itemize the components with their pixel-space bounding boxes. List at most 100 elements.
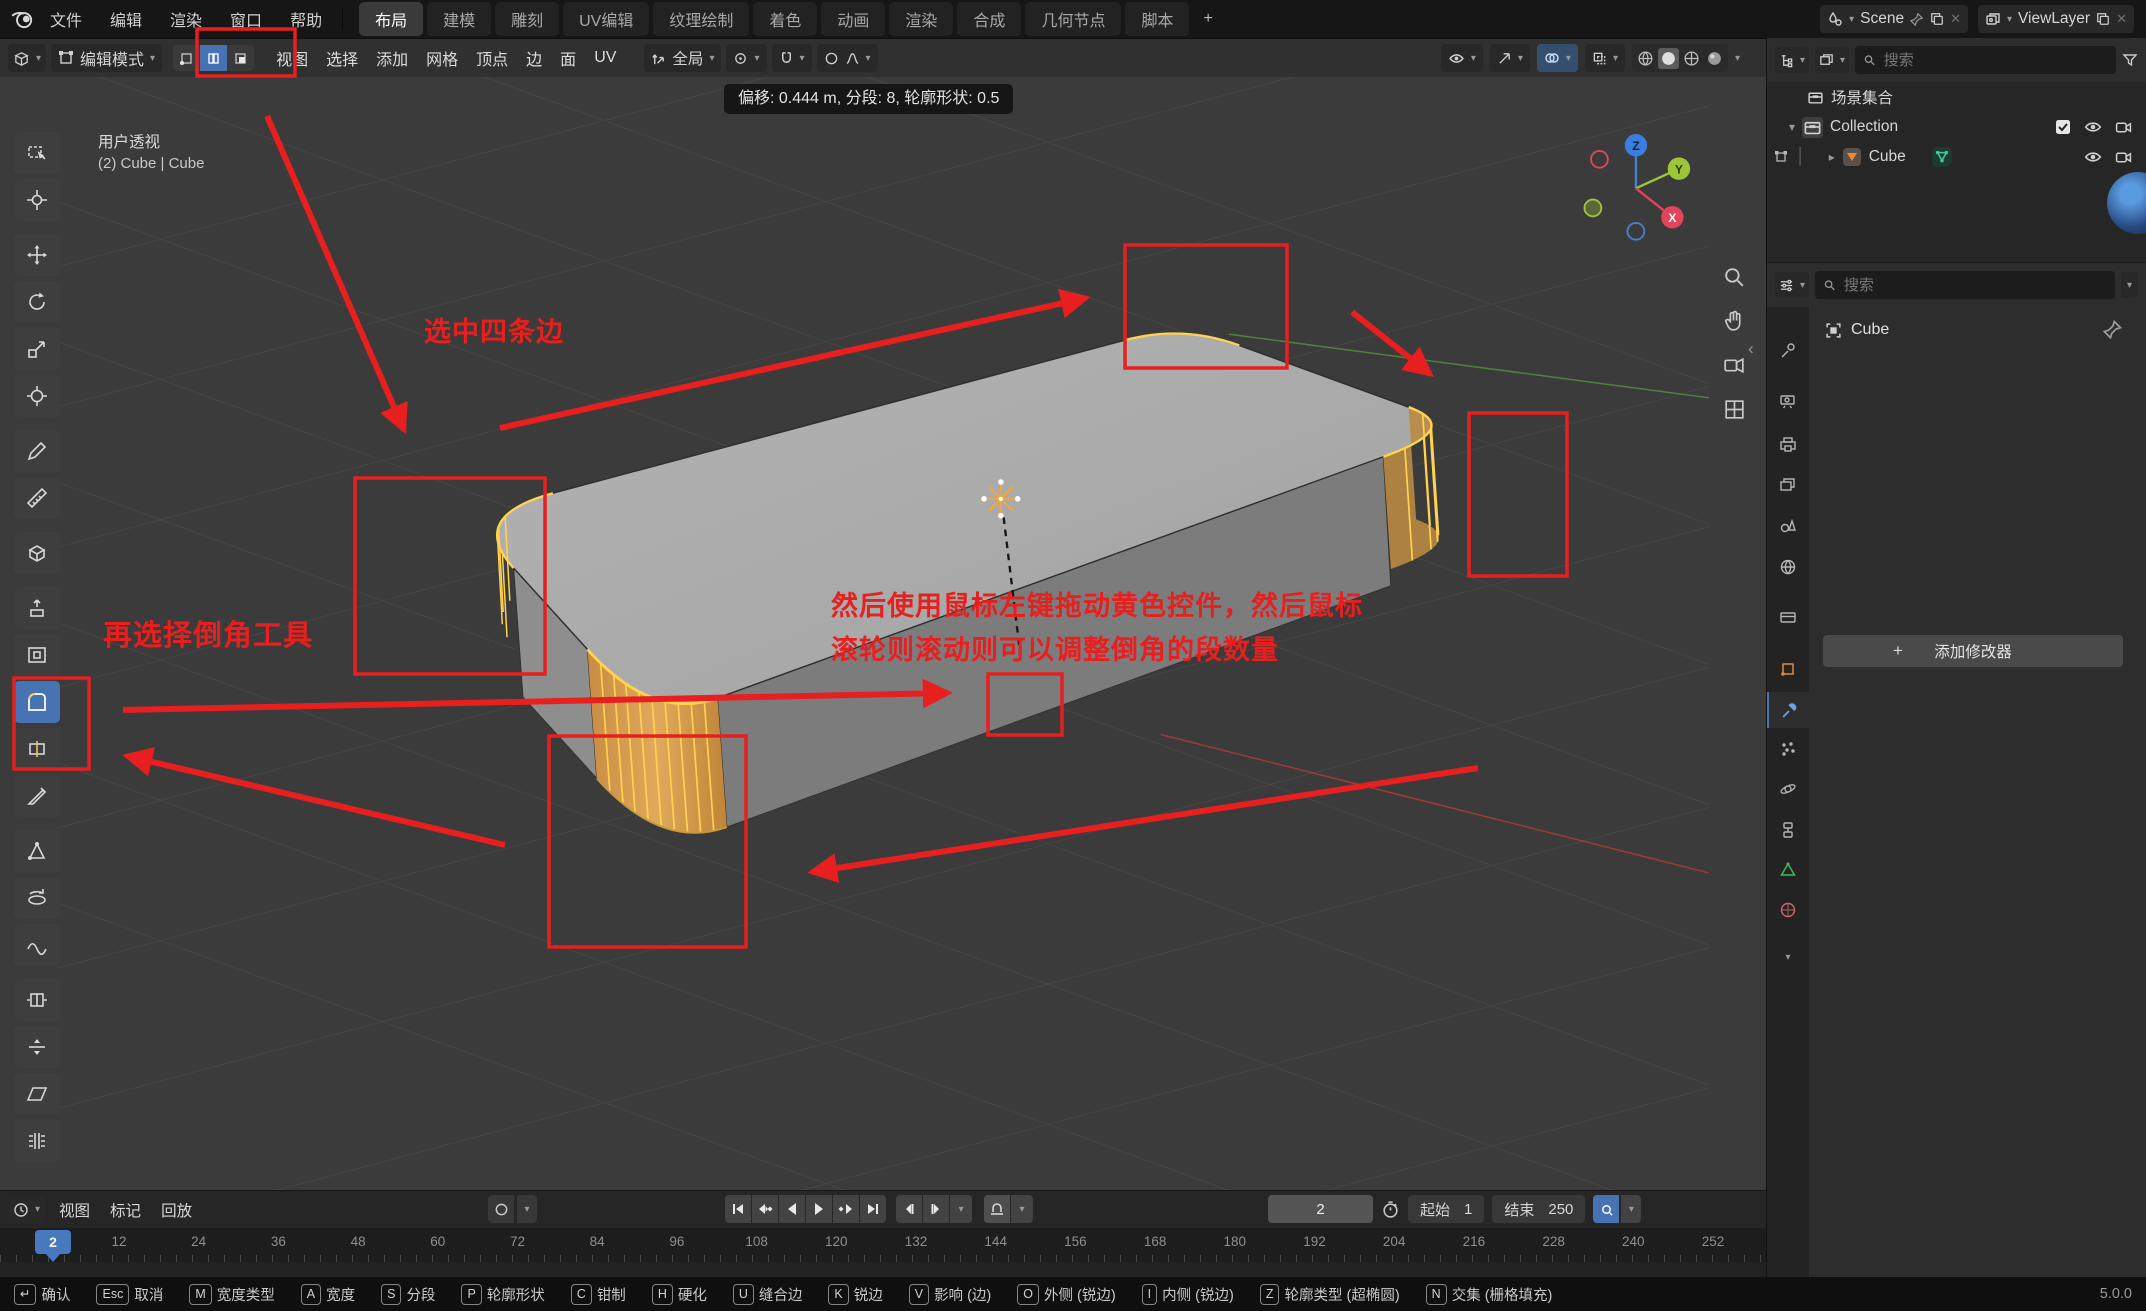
tab-layout[interactable]: 布局 xyxy=(359,2,423,36)
add-workspace-button[interactable]: + xyxy=(1193,5,1222,33)
gizmos-dropdown[interactable]: ▾ xyxy=(1490,44,1530,72)
timeline-ruler[interactable]: 1224364860728496108120132144156168180192… xyxy=(0,1228,1766,1262)
navigation-gizmo[interactable]: Z Y X xyxy=(1584,134,1690,240)
workspace-tab[interactable]: 渲染 xyxy=(889,2,953,36)
timeline-editor-type-button[interactable]: ▾ xyxy=(8,1196,45,1224)
duplicate-icon[interactable] xyxy=(1930,12,1944,26)
playhead-badge[interactable]: 2 xyxy=(35,1230,71,1254)
jump-to-end-button[interactable] xyxy=(860,1195,886,1223)
workspace-tab[interactable]: UV编辑 xyxy=(563,2,649,36)
viewport-menu-item[interactable]: UV xyxy=(585,49,625,67)
preview-range-button[interactable] xyxy=(984,1195,1010,1223)
workspace-tab[interactable]: 脚本 xyxy=(1125,2,1189,36)
sidebar-collapse-arrow[interactable]: ‹ xyxy=(1748,339,1754,359)
chevron-down-icon[interactable]: ▾ xyxy=(1735,53,1740,64)
tool-select-box-button[interactable] xyxy=(14,132,60,174)
end-frame-field[interactable]: 结束 250 xyxy=(1492,1195,1585,1223)
face-select-button[interactable] xyxy=(227,45,254,71)
outliner-editor-type-button[interactable]: ▾ xyxy=(1775,47,1809,73)
camera-view-icon[interactable] xyxy=(1722,353,1747,378)
workspace-tab[interactable]: 着色 xyxy=(753,2,817,36)
tool-poly-build-button[interactable] xyxy=(14,830,60,872)
orthographic-grid-icon[interactable] xyxy=(1722,397,1747,422)
timeline-menu-item[interactable]: 回放 xyxy=(151,1199,202,1221)
play-reverse-button[interactable] xyxy=(779,1195,805,1223)
pan-hand-icon[interactable] xyxy=(1722,309,1747,334)
checkbox-icon[interactable] xyxy=(2055,119,2071,135)
start-frame-field[interactable]: 起始 1 xyxy=(1408,1195,1484,1223)
prev-keyframe-button[interactable] xyxy=(752,1195,778,1223)
workspace-tab[interactable]: 纹理绘制 xyxy=(653,2,749,36)
stopwatch-icon[interactable] xyxy=(1381,1200,1400,1219)
tab-scene[interactable] xyxy=(1767,507,1809,543)
keying-set-dropdown[interactable]: ▾ xyxy=(517,1195,537,1223)
workspace-tab[interactable]: 合成 xyxy=(957,2,1021,36)
pivot-point-dropdown[interactable]: ▾ xyxy=(726,44,766,72)
wireframe-shading-button[interactable] xyxy=(1635,48,1656,69)
expand-chevron-icon[interactable]: ▾ xyxy=(1789,120,1795,134)
topbar-menu-item[interactable]: 文件 xyxy=(36,7,96,31)
properties-tabs-overflow[interactable]: ▾ xyxy=(1767,939,1809,975)
overlays-dropdown[interactable]: ▾ xyxy=(1537,44,1578,72)
tool-rip-region-button[interactable] xyxy=(14,1120,60,1162)
tab-object[interactable] xyxy=(1767,651,1809,687)
pin-icon[interactable] xyxy=(1910,12,1924,26)
tool-add-cube-button[interactable] xyxy=(14,532,60,574)
viewport-menu-item[interactable]: 选择 xyxy=(317,46,367,70)
tool-measure-button[interactable] xyxy=(14,477,60,519)
tool-rotate-button[interactable] xyxy=(14,281,60,323)
tab-modifiers[interactable] xyxy=(1767,692,1809,728)
camera-visibility-icon[interactable] xyxy=(2115,149,2132,166)
tab-physics[interactable] xyxy=(1767,771,1809,807)
timeline-menu-item[interactable]: 视图 xyxy=(49,1199,100,1221)
viewport-menu-item[interactable]: 网格 xyxy=(417,46,467,70)
transform-orientation-dropdown[interactable]: 全局 ▾ xyxy=(644,44,721,72)
add-modifier-button[interactable]: + 添加修改器 xyxy=(1823,635,2123,667)
prev-frame-button[interactable] xyxy=(896,1195,922,1223)
outliner-display-mode-button[interactable]: ▾ xyxy=(1815,47,1849,73)
snap-dropdown[interactable]: ▾ xyxy=(772,44,812,72)
timeline-menu-item[interactable]: 标记 xyxy=(100,1199,151,1221)
viewport-menu-item[interactable]: 顶点 xyxy=(467,46,517,70)
viewport-menu-item[interactable]: 添加 xyxy=(367,46,417,70)
cube-mesh[interactable] xyxy=(497,334,1439,833)
topbar-menu-item[interactable]: 编辑 xyxy=(96,7,156,31)
outliner-search-input[interactable] xyxy=(1882,51,2108,70)
pin-icon[interactable] xyxy=(2103,319,2123,339)
tab-material[interactable] xyxy=(1767,892,1809,928)
expand-chevron-right-icon[interactable]: ▸ xyxy=(1829,150,1835,164)
material-shading-button[interactable] xyxy=(1681,48,1702,69)
next-keyframe-button[interactable] xyxy=(833,1195,859,1223)
tool-move-button[interactable] xyxy=(14,234,60,276)
rendered-shading-button[interactable] xyxy=(1704,48,1725,69)
tool-smooth-button[interactable] xyxy=(14,924,60,966)
tab-tool[interactable] xyxy=(1767,333,1809,369)
tool-shrink-flatten-button[interactable] xyxy=(14,1026,60,1068)
close-icon[interactable]: ✕ xyxy=(2116,11,2127,27)
scene-selector[interactable]: ▾ Scene ✕ xyxy=(1820,5,1968,33)
solid-shading-button[interactable] xyxy=(1658,48,1679,69)
tab-collection[interactable] xyxy=(1767,599,1809,635)
topbar-menu-item[interactable]: 帮助 xyxy=(276,7,336,31)
current-frame-field[interactable]: 2 xyxy=(1268,1195,1373,1223)
editor-type-button[interactable]: ▾ xyxy=(8,44,46,72)
tool-annotate-button[interactable] xyxy=(14,430,60,472)
outliner-search[interactable] xyxy=(1855,46,2116,74)
zoom-icon[interactable] xyxy=(1722,265,1747,290)
tool-shear-button[interactable] xyxy=(14,1073,60,1115)
tool-loop-cut-button[interactable] xyxy=(14,728,60,770)
eye-icon[interactable] xyxy=(2084,118,2102,136)
visibility-dropdown[interactable]: ▾ xyxy=(1441,44,1483,72)
properties-search[interactable] xyxy=(1815,271,2115,299)
tool-edge-slide-button[interactable] xyxy=(14,979,60,1021)
tab-particles[interactable] xyxy=(1767,731,1809,767)
tool-spin-button[interactable] xyxy=(14,877,60,919)
tool-extrude-button[interactable] xyxy=(14,587,60,629)
close-icon[interactable]: ✕ xyxy=(1950,11,1961,27)
properties-options-button[interactable]: ▾ xyxy=(2121,272,2138,298)
viewport-menu-item[interactable]: 边 xyxy=(517,46,551,70)
duplicate-icon[interactable] xyxy=(2096,12,2110,26)
tab-object-data[interactable] xyxy=(1767,852,1809,888)
viewlayer-selector[interactable]: ▾ ViewLayer ✕ xyxy=(1978,5,2134,33)
3d-viewport[interactable]: Z Y X 偏移: 0.444 m, 分段: 8, 轮廓形状: 0.5 用户透视… xyxy=(0,77,1766,1190)
